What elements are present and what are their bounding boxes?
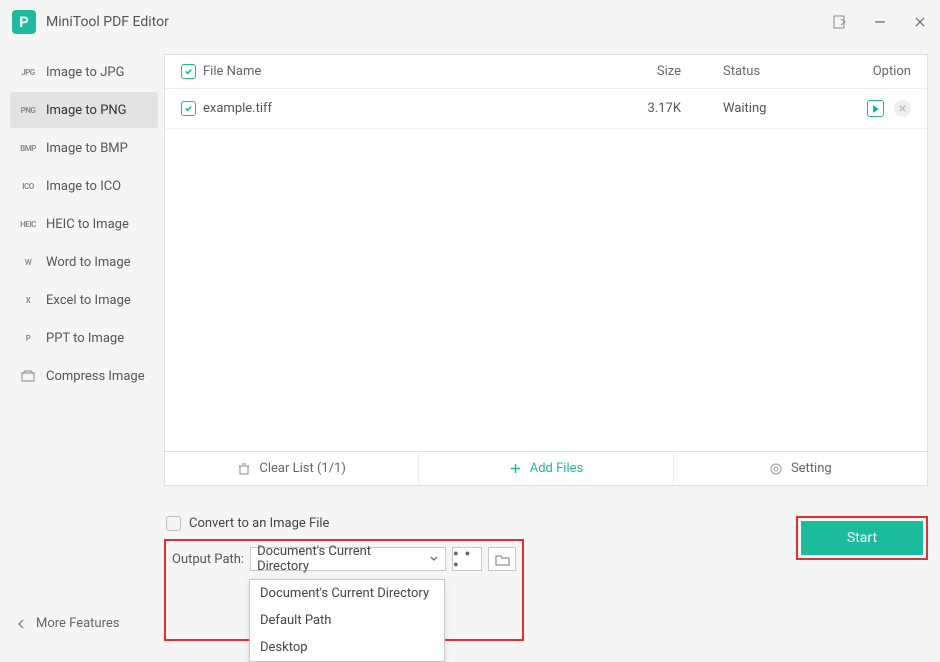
titlebar: P MiniTool PDF Editor <box>0 0 940 44</box>
output-path-row: Output Path: Document's Current Director… <box>172 547 516 571</box>
convert-checkbox-row[interactable]: Convert to an Image File <box>164 516 524 531</box>
more-features-label: More Features <box>36 616 120 631</box>
bottom-panel: Convert to an Image File Output Path: Do… <box>164 516 928 641</box>
bmp-icon: BMP <box>18 141 38 155</box>
add-files-button[interactable]: Add Files <box>418 452 672 485</box>
window-controls <box>828 10 932 34</box>
table-header: File Name Size Status Option <box>165 55 927 89</box>
close-button[interactable] <box>908 10 932 34</box>
sidebar-item-label: Image to PNG <box>46 103 127 118</box>
sidebar-item-label: Image to ICO <box>46 179 121 194</box>
gear-icon <box>769 462 783 476</box>
sidebar-item-label: Word to Image <box>46 255 131 270</box>
sidebar-item-word[interactable]: W Word to Image <box>10 244 158 280</box>
add-files-label: Add Files <box>530 461 583 476</box>
sidebar-item-heic[interactable]: HEIC HEIC to Image <box>10 206 158 242</box>
more-button[interactable]: ● ● ● <box>452 547 482 571</box>
header-status: Status <box>681 64 811 79</box>
sidebar: JPG Image to JPG PNG Image to PNG BMP Image… <box>10 54 158 641</box>
row-play-button[interactable] <box>867 100 884 117</box>
shortcut-icon[interactable] <box>828 10 852 34</box>
chevron-left-icon <box>16 618 26 630</box>
minimize-button[interactable] <box>868 10 892 34</box>
compress-icon <box>18 369 38 383</box>
app-logo-icon: P <box>12 10 36 34</box>
sidebar-item-excel[interactable]: X Excel to Image <box>10 282 158 318</box>
sidebar-item-ppt[interactable]: P PPT to Image <box>10 320 158 356</box>
row-filename: example.tiff <box>203 101 611 116</box>
row-status: Waiting <box>681 101 811 116</box>
row-remove-button[interactable] <box>894 100 911 117</box>
content-area: File Name Size Status Option example.tif… <box>164 54 928 641</box>
sidebar-item-label: Image to BMP <box>46 141 128 156</box>
output-path-value: Document's Current Directory <box>257 544 423 574</box>
setting-button[interactable]: Setting <box>673 452 927 485</box>
folder-icon <box>495 553 510 566</box>
sidebar-item-compress[interactable]: Compress Image <box>10 358 158 394</box>
output-path-select[interactable]: Document's Current Directory <box>250 547 446 571</box>
table-row[interactable]: example.tiff 3.17K Waiting <box>165 89 927 129</box>
word-icon: W <box>18 255 38 269</box>
main-area: JPG Image to JPG PNG Image to PNG BMP Image… <box>0 44 940 653</box>
start-label: Start <box>847 530 877 546</box>
table-footer: Clear List (1/1) Add Files Setting <box>164 452 928 486</box>
sidebar-item-label: Excel to Image <box>46 293 131 308</box>
heic-icon: HEIC <box>18 217 38 231</box>
jpg-icon: JPG <box>18 65 38 79</box>
excel-icon: X <box>18 293 38 307</box>
header-size: Size <box>611 64 681 79</box>
start-button[interactable]: Start <box>801 521 923 555</box>
setting-label: Setting <box>791 461 832 476</box>
sidebar-item-ico[interactable]: ICO Image to ICO <box>10 168 158 204</box>
output-path-label: Output Path: <box>172 552 244 567</box>
png-icon: PNG <box>18 103 38 117</box>
clear-list-button[interactable]: Clear List (1/1) <box>165 452 418 485</box>
sidebar-item-png[interactable]: PNG Image to PNG <box>10 92 158 128</box>
sidebar-item-label: PPT to Image <box>46 331 124 346</box>
sidebar-item-label: Compress Image <box>46 369 145 384</box>
app-title: MiniTool PDF Editor <box>46 14 828 30</box>
dropdown-item-current[interactable]: Document's Current Directory <box>250 580 444 607</box>
ppt-icon: P <box>18 331 38 345</box>
plus-icon <box>509 462 522 475</box>
sidebar-item-jpg[interactable]: JPG Image to JPG <box>10 54 158 90</box>
more-features-button[interactable]: More Features <box>10 606 158 641</box>
header-option: Option <box>811 64 911 79</box>
browse-folder-button[interactable] <box>488 547 516 571</box>
ico-icon: ICO <box>18 179 38 193</box>
output-path-dropdown: Document's Current Directory Default Pat… <box>249 579 445 662</box>
trash-icon <box>237 462 251 476</box>
dropdown-item-default[interactable]: Default Path <box>250 607 444 634</box>
file-table: File Name Size Status Option example.tif… <box>164 54 928 452</box>
convert-label: Convert to an Image File <box>189 516 329 531</box>
sidebar-item-label: HEIC to Image <box>46 217 129 232</box>
highlighted-output-area: Output Path: Document's Current Director… <box>164 539 524 641</box>
sidebar-item-label: Image to JPG <box>46 65 124 80</box>
row-checkbox[interactable] <box>181 101 196 116</box>
clear-list-label: Clear List (1/1) <box>259 461 346 476</box>
chevron-down-icon <box>429 555 439 563</box>
table-body: example.tiff 3.17K Waiting <box>165 89 927 451</box>
select-all-checkbox[interactable] <box>181 64 196 79</box>
header-filename: File Name <box>203 64 611 79</box>
sidebar-item-bmp[interactable]: BMP Image to BMP <box>10 130 158 166</box>
dropdown-item-desktop[interactable]: Desktop <box>250 634 444 661</box>
convert-checkbox[interactable] <box>166 516 181 531</box>
row-size: 3.17K <box>611 101 681 116</box>
highlighted-start-area: Start <box>796 516 928 560</box>
